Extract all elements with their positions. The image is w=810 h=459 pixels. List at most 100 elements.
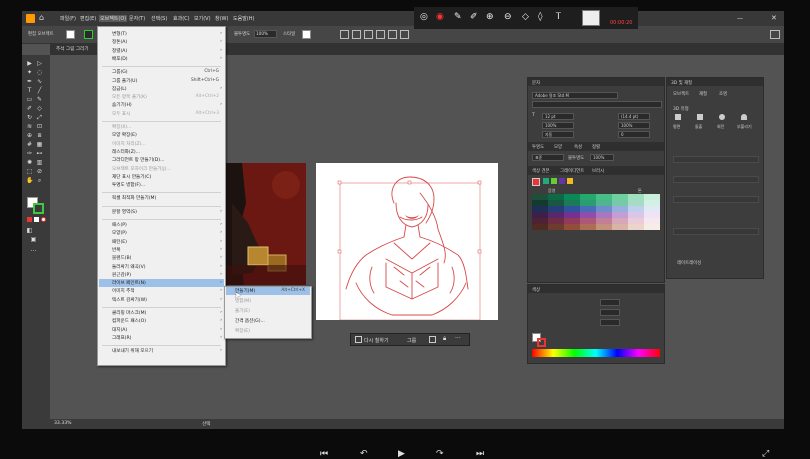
horizontal-scale-field[interactable]: 100% [618, 122, 650, 129]
swatch-cell[interactable] [612, 200, 628, 206]
pathfinder-icon[interactable] [388, 30, 397, 39]
rewind-icon[interactable]: ↶ [360, 450, 368, 459]
extrude-icon[interactable] [697, 114, 703, 120]
swatch-cell[interactable] [580, 224, 596, 230]
tab-object[interactable]: 오브젝트 [673, 91, 689, 97]
object-menu-item[interactable]: 텍스트 감싸기(W) [112, 297, 147, 303]
swatch-cell[interactable] [532, 206, 548, 212]
object-menu-item[interactable]: 변형(T) [112, 31, 127, 37]
object-menu-item[interactable]: 그라디언트 망 만들기(D)... [112, 157, 164, 163]
swatch-cell[interactable] [644, 194, 660, 200]
fill-swatch[interactable] [66, 30, 75, 39]
object-menu-item[interactable]: 재단 표시 만들기(C) [112, 174, 151, 180]
screen-mode-icon[interactable]: ▣ [30, 237, 37, 243]
plane-icon[interactable] [675, 114, 681, 120]
play-icon[interactable]: ▶ [398, 450, 405, 459]
swatch-cell[interactable] [548, 218, 564, 224]
thumbnail-icon[interactable] [582, 10, 600, 26]
curvature-tool-icon[interactable]: ∿ [36, 79, 43, 85]
menu-window[interactable]: 창(W) [215, 15, 228, 22]
object-menu-item[interactable]: 원근감(P) [112, 272, 131, 278]
scale-tool-icon[interactable]: ⤢ [36, 115, 43, 121]
swatch-cell[interactable] [612, 218, 628, 224]
kerning-field[interactable]: 자동 [542, 131, 574, 138]
object-menu-item[interactable]: 정렬(A) [112, 48, 127, 54]
more-tools-icon[interactable]: ··· [30, 249, 37, 255]
live-paint-submenu-item[interactable]: 간격 옵션(G)... [235, 318, 265, 324]
gradient-tool-icon[interactable]: ▦ [36, 142, 43, 148]
group-button[interactable]: 그룹 [407, 337, 416, 344]
bevel-field[interactable] [673, 228, 759, 235]
object-menu-item[interactable]: 잠금(L) [112, 86, 127, 92]
free-transform-icon[interactable]: ⊡ [36, 124, 43, 130]
rectangle-tool-icon[interactable]: ▭ [26, 97, 33, 103]
inflate-icon[interactable] [741, 114, 747, 120]
swatch-cell[interactable] [596, 206, 612, 212]
object-menu-item[interactable]: 패턴(E) [112, 239, 127, 245]
swatch-cell[interactable] [548, 200, 564, 206]
swatch-cell[interactable] [612, 206, 628, 212]
paintbrush-icon[interactable]: ✎ [36, 97, 43, 103]
leading-field[interactable]: (14.4 pt) [618, 113, 650, 120]
distribute-icon[interactable] [376, 30, 385, 39]
object-menu-item[interactable]: 래스터화(Z)... [112, 149, 140, 155]
placed-photo[interactable] [224, 163, 306, 285]
menu-select[interactable]: 선택(S) [151, 15, 167, 22]
depth-field[interactable] [673, 156, 759, 163]
forward-icon[interactable]: ↷ [436, 450, 444, 459]
eraser-icon[interactable]: ◊ [538, 13, 542, 22]
none-mode-icon[interactable] [41, 217, 46, 222]
twist-field[interactable] [673, 176, 759, 183]
tracking-field[interactable]: 0 [618, 131, 650, 138]
menu-help[interactable]: 도움말(H) [233, 15, 254, 22]
object-menu-item[interactable]: 블렌드(B) [112, 255, 131, 261]
swatch-cell[interactable] [580, 206, 596, 212]
swatch-green[interactable] [543, 178, 549, 184]
home-icon[interactable]: ⌂ [39, 13, 44, 22]
object-menu-item[interactable]: 모양(P) [112, 230, 127, 236]
swatch-cell[interactable] [628, 212, 644, 218]
artboard[interactable] [316, 163, 498, 321]
minimize-icon[interactable]: — [737, 15, 743, 22]
swatch-cell[interactable] [628, 206, 644, 212]
object-menu-item[interactable]: 컴파운드 패스(O) [112, 318, 146, 324]
swatch-cell[interactable] [644, 218, 660, 224]
style-swatch[interactable] [302, 30, 311, 39]
swatch-cell[interactable] [548, 212, 564, 218]
circle-icon[interactable]: ◎ [420, 13, 428, 22]
tab-gradient[interactable]: 그레이디언트 [560, 168, 584, 174]
swatch-cell[interactable] [548, 224, 564, 230]
menu-edit[interactable]: 편집(E) [80, 15, 96, 22]
object-menu-item[interactable]: 반복 [112, 247, 120, 253]
swatch-lime[interactable] [551, 178, 557, 184]
swatch-cell[interactable] [532, 212, 548, 218]
arrange-icon[interactable] [364, 30, 373, 39]
swatch-cell[interactable] [564, 212, 580, 218]
symbol-sprayer-icon[interactable]: ✺ [26, 160, 33, 166]
tab-properties[interactable]: 속성 [574, 144, 582, 150]
object-menu-item[interactable]: 내보내기 위해 모으기 [112, 348, 153, 354]
fullscreen-icon[interactable]: ⤢ [762, 450, 769, 459]
swatch-cell[interactable] [628, 194, 644, 200]
type-tool-icon[interactable]: T [26, 88, 33, 94]
swatch-cell[interactable] [644, 224, 660, 230]
pencil-icon[interactable]: ✐ [470, 13, 478, 22]
tag-icon[interactable]: ◇ [522, 13, 529, 22]
stroke-swatch[interactable] [84, 30, 93, 39]
object-menu-item[interactable]: 클리핑 마스크(M) [112, 310, 146, 316]
opacity-field[interactable]: 100% [254, 30, 277, 38]
record-icon[interactable]: ◉ [436, 13, 444, 22]
swatch-red[interactable] [532, 178, 540, 186]
swatch-cell[interactable] [628, 224, 644, 230]
c-slider-field[interactable] [600, 299, 620, 306]
swatch-cell[interactable] [644, 206, 660, 212]
object-menu-item[interactable]: 패스(P) [112, 222, 127, 228]
swatch-cell[interactable] [628, 218, 644, 224]
swatch-cell[interactable] [548, 206, 564, 212]
direct-selection-tool-icon[interactable]: ▷ [36, 61, 43, 67]
menu-file[interactable]: 파일(F) [60, 15, 76, 22]
swatch-cell[interactable] [596, 200, 612, 206]
swatch-cell[interactable] [532, 194, 548, 200]
tab-material[interactable]: 재질 [699, 91, 707, 97]
align-icon[interactable] [340, 30, 349, 39]
